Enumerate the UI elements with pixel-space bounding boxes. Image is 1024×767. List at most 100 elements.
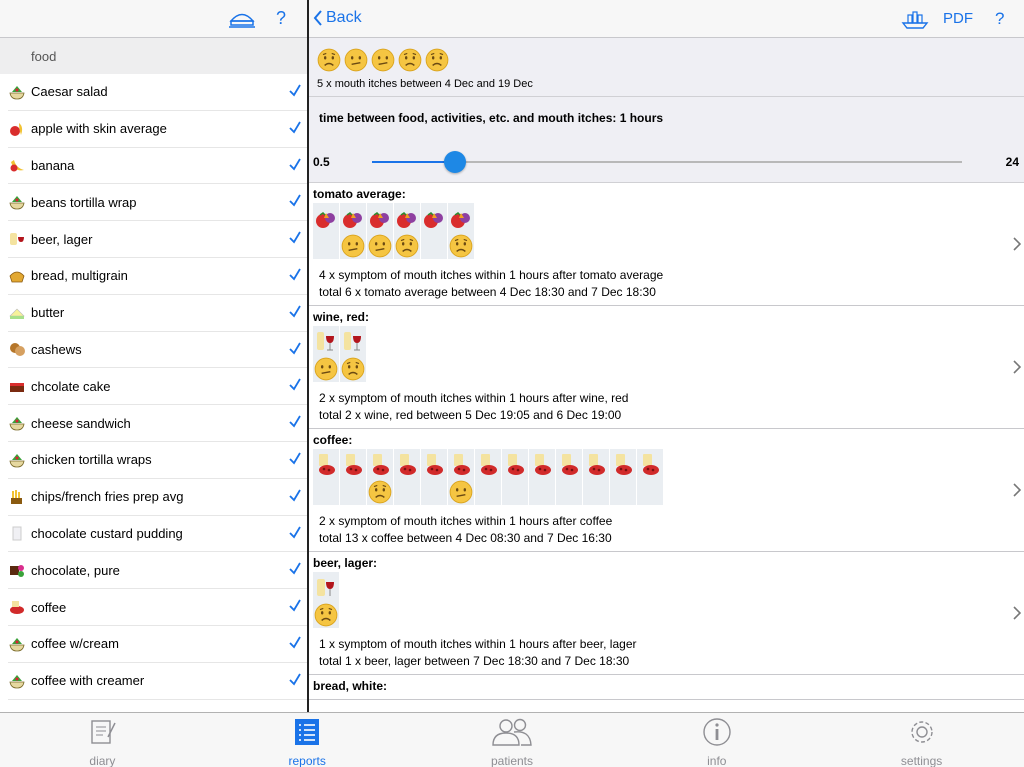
checkmark-icon[interactable] [288,120,302,139]
bread-icon [8,267,26,285]
food-list-item[interactable]: chocolate custard pudding [8,516,308,553]
chevron-right-icon[interactable] [1013,237,1022,256]
food-list-item[interactable]: coffee w/cream [8,626,308,663]
chevron-right-icon[interactable] [1013,483,1022,502]
checkmark-icon[interactable] [288,83,302,102]
right-toolbar: Back PDF ? [309,0,1024,38]
confused-face-icon [448,478,474,505]
food-list-item[interactable]: beans tortilla wrap [8,184,308,222]
symptom-count-text: 4 x symptom of mouth itches within 1 hou… [319,268,664,282]
apple-icon [8,120,26,138]
tomato-icon [340,205,366,232]
cake-icon [8,377,26,395]
food-list-item[interactable]: bread, multigrain [8,258,308,295]
empty-cell [529,478,555,505]
tomato-icon [421,205,447,232]
empty-cell [313,478,339,505]
checkmark-icon[interactable] [288,377,302,396]
symptom-count-text: 2 x symptom of mouth itches within 1 hou… [319,514,613,528]
food-item-label: chcolate cake [31,378,111,394]
help-button[interactable]: ? [995,9,1004,29]
help-button[interactable]: ? [276,8,286,29]
occurrence-column [529,449,556,505]
coffee-icon [610,451,636,478]
occurrence-column [475,449,502,505]
checkmark-icon[interactable] [288,230,302,249]
food-list-item[interactable]: butter [8,295,308,332]
chevron-right-icon[interactable] [1013,360,1022,379]
slider-thumb[interactable] [443,151,466,173]
tab-settings[interactable]: settings [819,713,1024,767]
food-list-item[interactable]: chcolate cake [8,368,308,406]
empty-cell [313,232,339,259]
checkmark-icon[interactable] [288,304,302,323]
checkmark-icon[interactable] [288,451,302,470]
occurrence-column [340,449,367,505]
chevron-right-icon[interactable] [1013,606,1022,625]
food-item-label: chocolate, pure [31,562,120,578]
checkmark-icon[interactable] [288,267,302,286]
food-list-item[interactable]: chicken tortilla wraps [8,442,308,479]
empty-cell [421,478,447,505]
occurrence-column [556,449,583,505]
checkmark-icon[interactable] [288,598,302,617]
checkmark-icon[interactable] [288,414,302,433]
tab-bar: diary reports patients info settings [0,712,1024,767]
checkmark-icon[interactable] [288,672,302,691]
slider-min-label: 0.5 [313,155,330,169]
food-name: bread, white: [313,679,388,693]
food-list-item[interactable]: cashews [8,332,308,369]
slider-fill [372,161,455,163]
wine-icon [340,328,366,355]
total-count-text: total 6 x tomato average between 4 Dec 1… [319,285,656,299]
food-list-item[interactable]: chocolate, pure [8,552,308,590]
checkmark-icon[interactable] [288,561,302,580]
food-list-item[interactable]: coffee with creamer [8,663,308,700]
food-list-item[interactable]: coffee [8,589,308,626]
occurrence-column [340,203,367,259]
checkmark-icon[interactable] [288,525,302,544]
food-list-item[interactable]: apple with skin average [8,111,308,148]
food-correlation-row[interactable]: coffee: 2 x symptom of mouth itches with… [309,429,1024,552]
occurrence-column [394,203,421,259]
symptom-count-text: 2 x symptom of mouth itches within 1 hou… [319,391,629,405]
food-list-item[interactable]: banana [8,148,308,185]
food-correlation-row[interactable]: beer, lager: 1 x symptom of mouth itches… [309,552,1024,675]
settings-icon [907,717,937,752]
coffee-icon [394,451,420,478]
checkmark-icon[interactable] [288,193,302,212]
tab-patients[interactable]: patients [410,713,615,767]
tab-label: info [707,754,727,767]
food-name: tomato average: [313,187,406,201]
total-count-text: total 13 x coffee between 4 Dec 08:30 an… [319,531,612,545]
food-item-label: butter [31,305,65,321]
tab-info[interactable]: info [614,713,819,767]
tab-reports[interactable]: reports [205,713,410,767]
food-correlation-row[interactable]: bread, white: [309,675,1024,700]
worried-face-icon [367,478,393,505]
empty-cell [610,478,636,505]
tab-diary[interactable]: diary [0,713,205,767]
food-item-label: cheese sandwich [31,415,131,431]
chocolate-icon [8,561,26,579]
worried-face-icon [340,355,366,382]
food-item-label: beans tortilla wrap [31,194,137,210]
food-list-item[interactable]: Caesar salad [8,74,308,111]
food-list-item[interactable]: cheese sandwich [8,405,308,442]
cake-icon[interactable] [228,8,256,35]
checkmark-icon[interactable] [288,635,302,654]
ship-icon[interactable] [901,9,929,34]
occurrence-column [502,449,529,505]
food-correlation-row[interactable]: wine, red: 2 x symptom of mouth itches w… [309,306,1024,429]
checkmark-icon[interactable] [288,341,302,360]
summary-text: 5 x mouth itches between 4 Dec and 19 De… [317,78,533,90]
checkmark-icon[interactable] [288,488,302,507]
back-button[interactable]: Back [313,9,362,27]
pdf-button[interactable]: PDF [943,10,973,27]
food-list-item[interactable]: beer, lager [8,221,308,258]
checkmark-icon[interactable] [288,157,302,176]
empty-cell [340,478,366,505]
food-list-item[interactable]: chips/french fries prep avg [8,479,308,516]
diary-icon [87,717,117,752]
food-correlation-row[interactable]: tomato average: 4 x symptom of mouth itc… [309,183,1024,306]
